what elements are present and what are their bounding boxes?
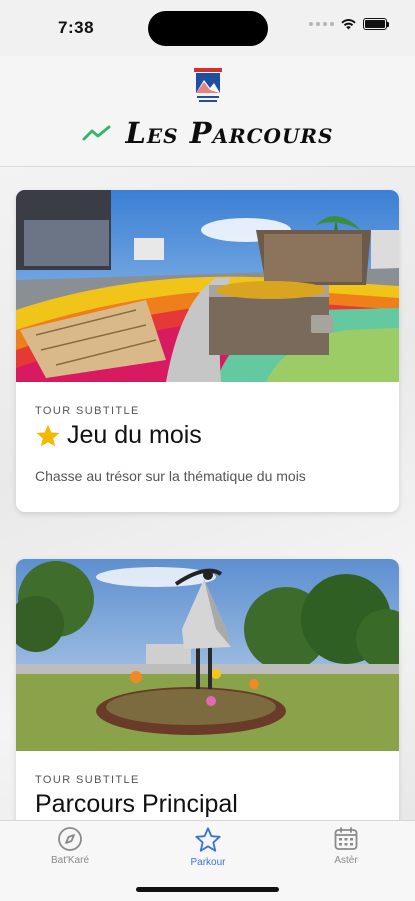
- city-logo: [194, 68, 222, 102]
- card-text: TOUR SUBTITLE Parcours Principal: [16, 774, 399, 819]
- card-subtitle: TOUR SUBTITLE: [35, 774, 140, 786]
- battery-icon: [363, 18, 387, 30]
- tab-batkare[interactable]: Bat'Karé: [25, 826, 115, 866]
- card-description: Chasse au trésor sur la thématique du mo…: [35, 468, 306, 484]
- tour-card-parcours-principal[interactable]: TOUR SUBTITLE Parcours Principal: [16, 559, 399, 820]
- page-title: Les Parcours: [125, 116, 334, 150]
- status-bar: 7:38: [0, 0, 415, 56]
- card-title: Parcours Principal: [35, 790, 380, 819]
- tab-label: Astèr: [334, 855, 358, 866]
- signal-icon: [309, 22, 334, 26]
- tab-aster[interactable]: Astèr: [301, 826, 391, 866]
- card-title: Jeu du mois: [35, 421, 380, 450]
- star-icon: [36, 424, 60, 447]
- header: Les Parcours: [0, 56, 415, 167]
- park-statue-image: [16, 559, 399, 751]
- card-text: TOUR SUBTITLE Jeu du mois Chasse au trés…: [16, 405, 399, 484]
- tab-label: Parkour: [190, 857, 226, 868]
- card-subtitle: TOUR SUBTITLE: [35, 405, 140, 417]
- treasure-hunt-image: [16, 190, 399, 382]
- status-time: 7:38: [58, 18, 95, 37]
- tour-list[interactable]: TOUR SUBTITLE Jeu du mois Chasse au trés…: [0, 167, 415, 820]
- calendar-icon: [334, 827, 358, 850]
- tour-card-jeu-du-mois[interactable]: TOUR SUBTITLE Jeu du mois Chasse au trés…: [16, 190, 399, 512]
- tab-parkour[interactable]: Parkour: [163, 826, 253, 868]
- card-title-text: Jeu du mois: [67, 421, 202, 449]
- trending-icon: [82, 125, 111, 141]
- wifi-icon: [341, 19, 356, 30]
- compass-icon: [58, 827, 82, 851]
- star-outline-icon: [195, 827, 221, 852]
- dynamic-island: [148, 11, 268, 46]
- status-icons: [309, 18, 389, 30]
- tab-label: Bat'Karé: [50, 855, 90, 866]
- title-row: Les Parcours: [0, 116, 415, 150]
- card-title-text: Parcours Principal: [35, 790, 238, 818]
- home-indicator: [136, 887, 279, 892]
